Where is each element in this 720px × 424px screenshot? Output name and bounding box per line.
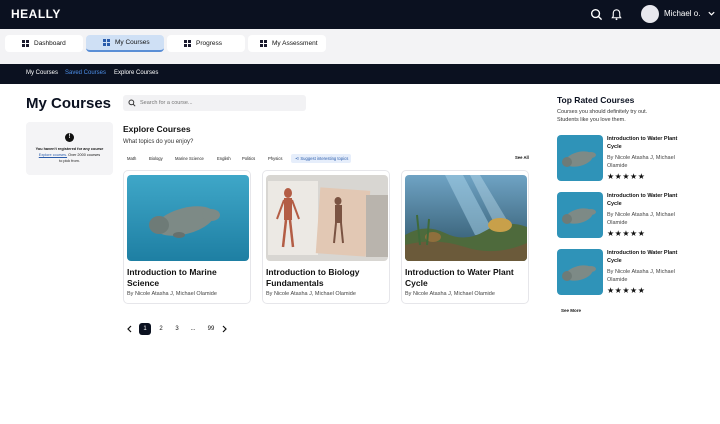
notice-text-end: to pick from. (59, 159, 80, 163)
bell-icon[interactable] (610, 8, 623, 21)
top-rated-item[interactable]: Introduction to Water Plant Cycle By Nic… (557, 135, 707, 182)
course-image (127, 175, 249, 261)
avatar[interactable] (641, 5, 659, 23)
user-name[interactable]: Michael o. (664, 9, 700, 18)
top-rated-item[interactable]: Introduction to Water Plant Cycle By Nic… (557, 249, 707, 296)
topic-chip[interactable]: Physics (265, 154, 285, 163)
notice-title: You haven't registered for any course (35, 147, 104, 151)
subnav-saved-courses[interactable]: Saved Courses (65, 70, 106, 76)
tab-label: Dashboard (34, 40, 66, 47)
search-bar (123, 95, 306, 111)
course-authors: By Nicole Atasha J, Michael Olamide (607, 269, 675, 283)
course-authors: By Nicole Atasha J, Michael Olamide (405, 291, 495, 297)
course-image (405, 175, 527, 261)
course-image (266, 175, 388, 261)
top-rated-subtitle: Courses you should definitely try out. S… (557, 109, 648, 123)
course-title: Introduction to Water Plant Cycle (405, 267, 514, 288)
top-rated-title: Top Rated Courses (557, 95, 635, 105)
course-authors: By Nicole Atasha J, Michael Olamide (607, 155, 675, 169)
course-title: Introduction to Biology Fundamentals (266, 267, 360, 288)
course-thumbnail (557, 135, 603, 181)
star-rating: ★★★★★ (607, 229, 646, 238)
chevron-right-icon[interactable] (221, 325, 228, 333)
topic-chip[interactable]: Biology (146, 154, 166, 163)
course-thumbnail (557, 249, 603, 295)
explore-title: Explore Courses (123, 124, 191, 134)
page-button[interactable]: 3 (171, 323, 183, 335)
page-button[interactable]: 2 (155, 323, 167, 335)
page-button[interactable]: 1 (139, 323, 151, 335)
grid-icon (103, 39, 110, 46)
sub-navigation: My Courses Saved Courses Explore Courses (0, 64, 720, 84)
empty-courses-notice: ! You haven't registered for any course … (26, 122, 113, 175)
topic-chip[interactable]: Marine Science (172, 154, 207, 163)
tab-label: Progress (196, 40, 223, 47)
course-thumbnail (557, 192, 603, 238)
top-bar: HEALLY Michael o. (0, 0, 720, 29)
tab-label: My Courses (115, 39, 150, 46)
course-title: Introduction to Water Plant Cycle (607, 136, 678, 150)
page-button[interactable]: 99 (204, 323, 218, 335)
course-title: Introduction to Marine Science (127, 267, 217, 288)
topic-chip[interactable]: Math (124, 154, 139, 163)
tab-label: My Assessment (272, 40, 318, 47)
page-ellipsis: ... (190, 326, 196, 332)
course-card[interactable]: Introduction to Marine Science By Nicole… (123, 170, 251, 304)
course-title: Introduction to Water Plant Cycle (607, 250, 678, 264)
course-card[interactable]: Introduction to Biology Fundamentals By … (262, 170, 390, 304)
grid-icon (260, 40, 267, 47)
grid-icon (22, 40, 29, 47)
see-all-link[interactable]: See All (515, 155, 529, 160)
explore-courses-link[interactable]: Explore courses. (39, 153, 67, 157)
info-icon: ! (65, 133, 74, 142)
topic-chip[interactable]: Politics (239, 154, 258, 163)
star-rating: ★★★★★ (607, 286, 646, 295)
chevron-down-icon[interactable] (707, 9, 716, 18)
notice-text: Explore courses. Over 2000 courses (38, 153, 101, 157)
grid-icon (184, 40, 191, 47)
suggest-topics-button[interactable]: ⋖ Suggest interesting topics (291, 154, 352, 163)
share-icon: ⋖ (295, 156, 300, 162)
course-title: Introduction to Water Plant Cycle (607, 193, 678, 207)
top-rated-item[interactable]: Introduction to Water Plant Cycle By Nic… (557, 192, 707, 239)
chevron-left-icon[interactable] (126, 325, 133, 333)
see-more-link[interactable]: See More (561, 308, 581, 313)
tab-my-courses[interactable]: My Courses (86, 35, 164, 52)
star-rating: ★★★★★ (607, 172, 646, 181)
subnav-my-courses[interactable]: My Courses (26, 70, 58, 76)
course-card[interactable]: Introduction to Water Plant Cycle By Nic… (401, 170, 529, 304)
page-title: My Courses (26, 95, 112, 112)
tab-my-assessment[interactable]: My Assessment (248, 35, 326, 52)
tab-progress[interactable]: Progress (167, 35, 245, 52)
subnav-explore-courses[interactable]: Explore Courses (114, 70, 158, 76)
app-logo[interactable]: HEALLY (11, 7, 61, 21)
explore-subtitle: What topics do you enjoy? (123, 139, 194, 145)
search-icon (128, 99, 136, 107)
course-authors: By Nicole Atasha J, Michael Olamide (607, 212, 675, 226)
search-icon[interactable] (590, 8, 603, 21)
course-authors: By Nicole Atasha J, Michael Olamide (127, 291, 217, 297)
course-authors: By Nicole Atasha J, Michael Olamide (266, 291, 356, 297)
search-input[interactable] (140, 100, 290, 106)
topic-chip[interactable]: English (214, 154, 234, 163)
tab-dashboard[interactable]: Dashboard (5, 35, 83, 52)
main-tabs: Dashboard My Courses Progress My Assessm… (0, 29, 720, 64)
